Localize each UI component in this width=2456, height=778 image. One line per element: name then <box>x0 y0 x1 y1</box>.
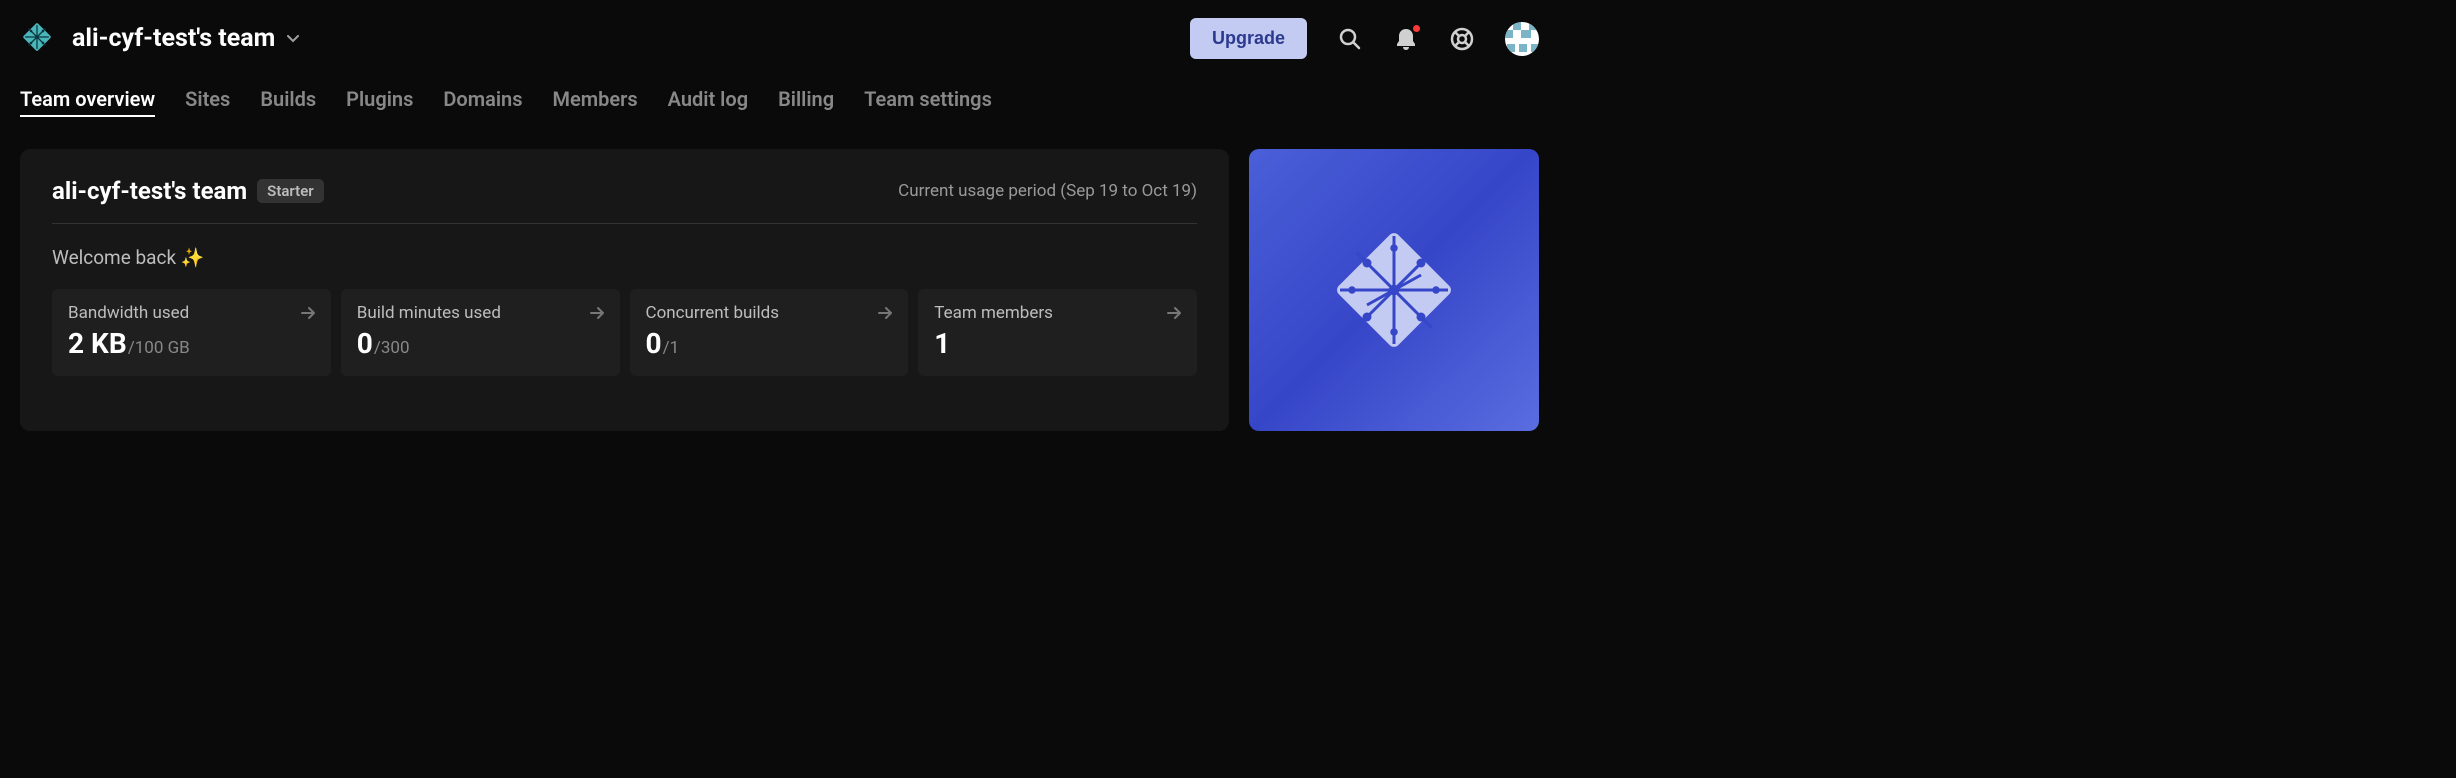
stat-label: Bandwidth used <box>68 303 315 323</box>
overview-card: ali-cyf-test's team Starter Current usag… <box>20 149 1229 431</box>
stat-value-row: 0 /300 <box>357 327 604 360</box>
header-left: ali-cyf-test's team <box>20 20 299 58</box>
stat-label: Concurrent builds <box>646 303 893 323</box>
netlify-logo-icon[interactable] <box>20 20 54 58</box>
notifications-icon[interactable] <box>1393 26 1419 52</box>
netlify-diamond-icon <box>1319 215 1469 365</box>
tab-plugins[interactable]: Plugins <box>346 87 413 117</box>
arrow-right-icon <box>1167 305 1183 324</box>
stat-label: Team members <box>934 303 1181 323</box>
notification-dot <box>1412 24 1421 33</box>
team-selector[interactable]: ali-cyf-test's team <box>72 24 299 53</box>
search-icon[interactable] <box>1337 26 1363 52</box>
upgrade-button[interactable]: Upgrade <box>1190 18 1307 59</box>
stat-value: 0 <box>357 327 373 360</box>
arrow-right-icon <box>590 305 606 324</box>
arrow-right-icon <box>878 305 894 324</box>
tab-members[interactable]: Members <box>552 87 637 117</box>
stat-value: 1 <box>934 327 950 360</box>
tab-builds[interactable]: Builds <box>260 87 316 117</box>
stat-build-minutes[interactable]: Build minutes used 0 /300 <box>341 289 620 376</box>
stat-value-row: 2 KB /100 GB <box>68 327 315 360</box>
stat-limit: /100 GB <box>128 338 190 358</box>
stat-bandwidth[interactable]: Bandwidth used 2 KB /100 GB <box>52 289 331 376</box>
stats-row: Bandwidth used 2 KB /100 GB Build minute… <box>52 289 1197 376</box>
plan-badge: Starter <box>257 179 324 203</box>
avatar[interactable] <box>1505 22 1539 56</box>
tab-team-settings[interactable]: Team settings <box>864 87 992 117</box>
team-name: ali-cyf-test's team <box>72 24 275 53</box>
card-title-wrap: ali-cyf-test's team Starter <box>52 177 324 205</box>
stat-value-row: 1 <box>934 327 1181 360</box>
team-tile[interactable] <box>1249 149 1539 431</box>
stat-value: 2 KB <box>68 327 127 360</box>
stat-team-members[interactable]: Team members 1 <box>918 289 1197 376</box>
stat-value: 0 <box>646 327 662 360</box>
stat-label: Build minutes used <box>357 303 604 323</box>
stat-concurrent-builds[interactable]: Concurrent builds 0 /1 <box>630 289 909 376</box>
chevron-down-icon <box>287 32 299 46</box>
header-right: Upgrade <box>1190 18 1539 59</box>
usage-period: Current usage period (Sep 19 to Oct 19) <box>898 181 1197 201</box>
tab-team-overview[interactable]: Team overview <box>20 87 155 117</box>
stat-value-row: 0 /1 <box>646 327 893 360</box>
header: ali-cyf-test's team Upgrade <box>0 0 1559 67</box>
nav-tabs: Team overview Sites Builds Plugins Domai… <box>0 67 1559 117</box>
stat-limit: /300 <box>374 338 410 358</box>
tab-billing[interactable]: Billing <box>778 87 834 117</box>
arrow-right-icon <box>301 305 317 324</box>
welcome-message: Welcome back ✨ <box>52 224 1197 289</box>
tab-audit-log[interactable]: Audit log <box>668 87 748 117</box>
support-icon[interactable] <box>1449 26 1475 52</box>
stat-limit: /1 <box>663 338 680 358</box>
tab-domains[interactable]: Domains <box>443 87 522 117</box>
main-row: ali-cyf-test's team Starter Current usag… <box>0 117 1559 451</box>
card-header: ali-cyf-test's team Starter Current usag… <box>52 177 1197 224</box>
card-title: ali-cyf-test's team <box>52 177 247 205</box>
tab-sites[interactable]: Sites <box>185 87 230 117</box>
